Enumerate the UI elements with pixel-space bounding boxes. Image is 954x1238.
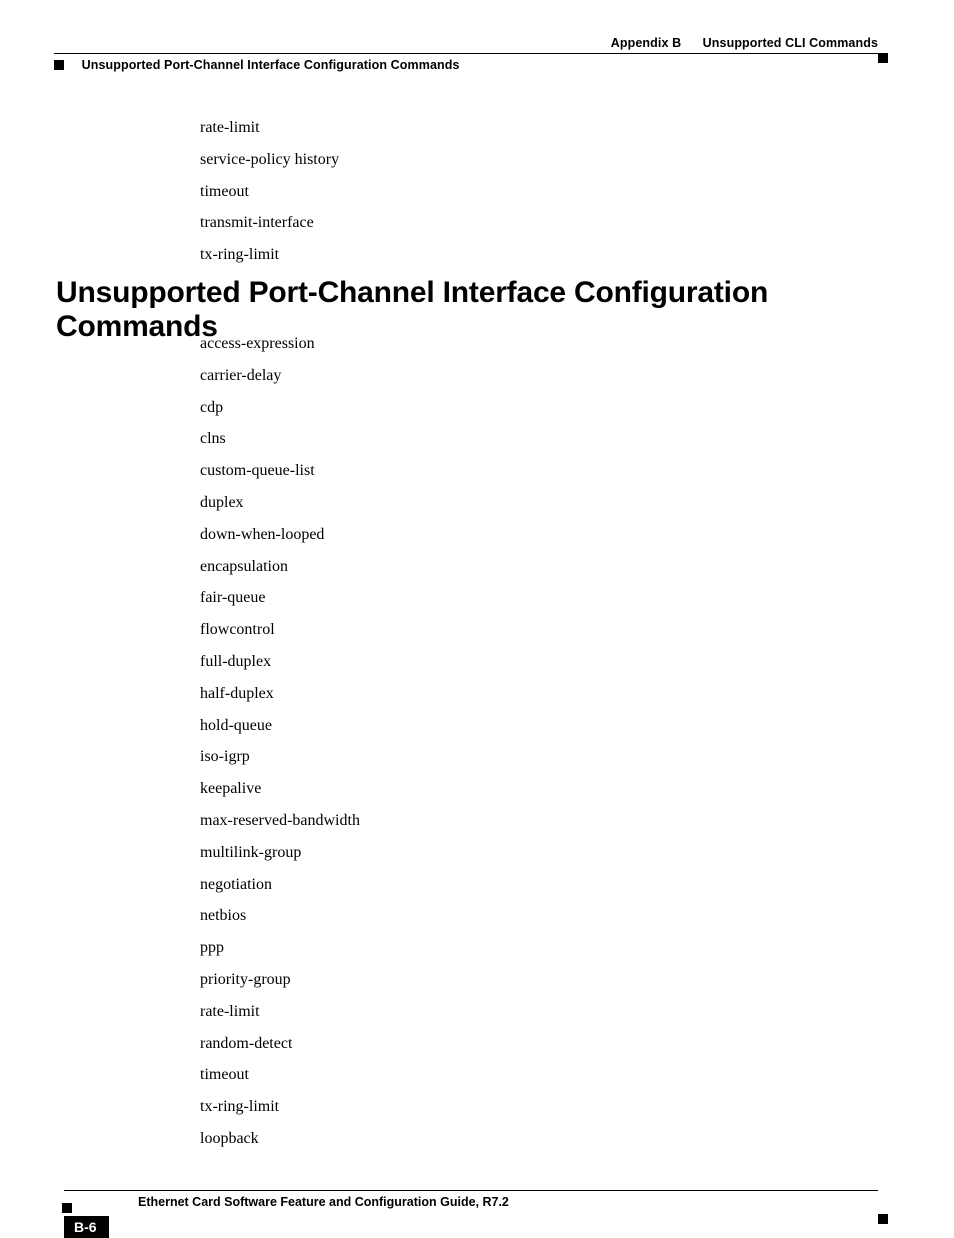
command-item: down-when-looped (200, 525, 878, 546)
command-item: rate-limit (200, 118, 878, 139)
command-item: half-duplex (200, 684, 878, 705)
command-item: transmit-interface (200, 213, 878, 234)
command-item: clns (200, 429, 878, 450)
command-item: tx-ring-limit (200, 1097, 878, 1118)
command-item: priority-group (200, 970, 878, 991)
command-item: full-duplex (200, 652, 878, 673)
header-end-marker (878, 53, 888, 63)
port-channel-command-list: access-expression carrier-delay cdp clns cus… (200, 334, 878, 1161)
command-item: access-expression (200, 334, 878, 355)
header-appendix: Appendix B Unsupported CLI Commands (54, 36, 878, 50)
command-item: rate-limit (200, 1002, 878, 1023)
command-item: multilink-group (200, 843, 878, 864)
header-rule (54, 53, 878, 54)
footer-rule (64, 1190, 878, 1191)
command-item: service-policy history (200, 150, 878, 171)
command-item: timeout (200, 182, 878, 203)
command-item: max-reserved-bandwidth (200, 811, 878, 832)
command-item: duplex (200, 493, 878, 514)
command-item: netbios (200, 906, 878, 927)
appendix-title: Unsupported CLI Commands (703, 36, 878, 50)
header-left-marker (54, 60, 64, 70)
command-item: loopback (200, 1129, 878, 1150)
command-item: keepalive (200, 779, 878, 800)
header-section-title: Unsupported Port-Channel Interface Confi… (82, 58, 460, 72)
page-footer: Ethernet Card Software Feature and Confi… (64, 1190, 878, 1209)
command-item: custom-queue-list (200, 461, 878, 482)
top-command-list: rate-limit service-policy history timeout t… (200, 118, 878, 277)
footer-left-marker (62, 1203, 72, 1213)
header-section-line: Unsupported Port-Channel Interface Confi… (54, 58, 878, 72)
command-item: timeout (200, 1065, 878, 1086)
command-item: fair-queue (200, 588, 878, 609)
command-item: tx-ring-limit (200, 245, 878, 266)
footer-right-marker (878, 1214, 888, 1224)
command-item: ppp (200, 938, 878, 959)
command-item: random-detect (200, 1034, 878, 1055)
command-item: iso-igrp (200, 747, 878, 768)
command-item: encapsulation (200, 557, 878, 578)
appendix-label: Appendix B (611, 36, 681, 50)
command-item: hold-queue (200, 716, 878, 737)
command-item: cdp (200, 398, 878, 419)
command-item: carrier-delay (200, 366, 878, 387)
page-header: Appendix B Unsupported CLI Commands Unsu… (54, 36, 878, 72)
command-item: negotiation (200, 875, 878, 896)
footer-guide-title: Ethernet Card Software Feature and Confi… (138, 1195, 878, 1209)
command-item: flowcontrol (200, 620, 878, 641)
